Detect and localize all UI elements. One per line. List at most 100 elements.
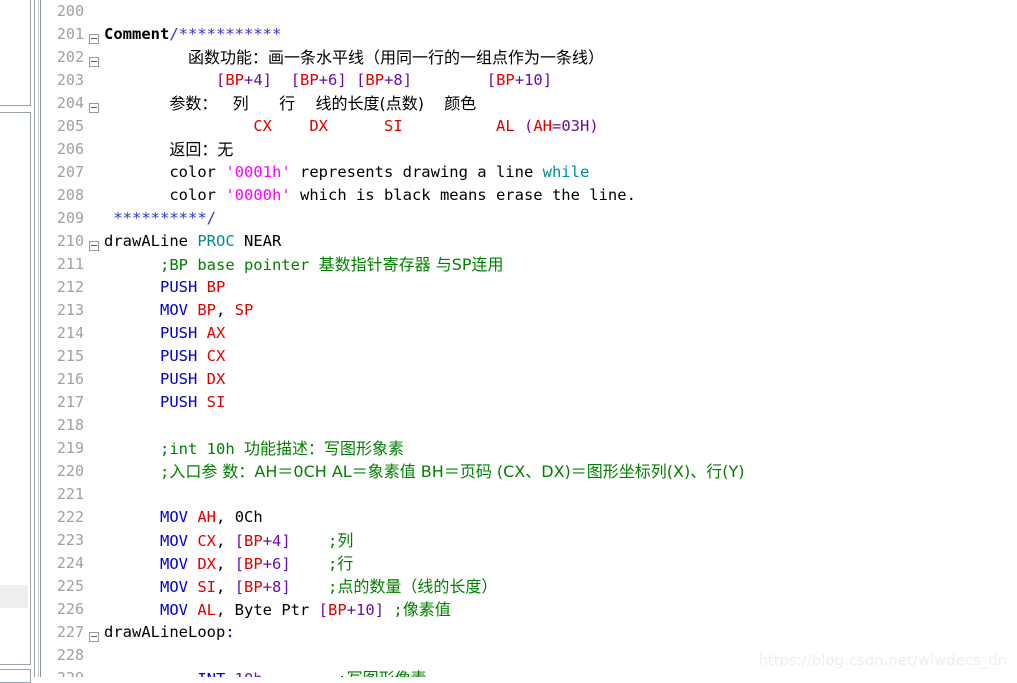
code-line[interactable]: 227 drawALineLoop: <box>42 621 1017 644</box>
fold-collapse-icon[interactable] <box>84 46 104 69</box>
code-line[interactable]: 221 <box>42 483 1017 506</box>
line-number: 205 <box>56 117 84 135</box>
line-content: drawALine PROC NEAR <box>104 230 281 253</box>
code-token: BP <box>328 601 347 619</box>
code-token: ] <box>281 532 291 550</box>
code-token: ;BP base pointer <box>104 256 319 274</box>
code-line[interactable]: 224 MOV DX, [BP+6] ;行 <box>42 552 1017 575</box>
code-line[interactable]: 223 MOV CX, [BP+4] ;列 <box>42 529 1017 552</box>
line-number: 203 <box>56 71 84 89</box>
line-content: MOV AH, 0Ch <box>104 506 263 529</box>
code-token: BP <box>496 71 515 89</box>
code-token: color <box>104 186 226 204</box>
code-line[interactable]: 211 ;BP base pointer 基数指针寄存器 与SP连用 <box>42 253 1017 276</box>
left-dock-selected-row[interactable] <box>0 585 28 608</box>
code-line[interactable]: 222 MOV AH, 0Ch <box>42 506 1017 529</box>
code-line[interactable]: 209 **********/ <box>42 207 1017 230</box>
line-content: PUSH CX <box>104 345 225 368</box>
code-line[interactable]: 208 color '0000h' which is black means e… <box>42 184 1017 207</box>
code-line[interactable]: 220 ;入口参 数：AH＝0CH AL＝象素值 BH＝页码 (CX、DX)＝图… <box>42 460 1017 483</box>
line-number: 215 <box>56 347 84 365</box>
line-number: 227 <box>56 623 84 641</box>
code-token: PUSH <box>160 370 198 388</box>
code-token: ] <box>281 555 291 573</box>
code-token: DX <box>309 117 328 135</box>
code-token: , <box>216 301 235 319</box>
code-line[interactable]: 215 PUSH CX <box>42 345 1017 368</box>
code-line[interactable]: 204 参数： 列 行 线的长度(点数) 颜色 <box>42 92 1017 115</box>
code-line[interactable]: 218 <box>42 414 1017 437</box>
line-content: **********/ <box>104 207 216 230</box>
code-line[interactable]: 219 ;int 10h 功能描述：写图形象素 <box>42 437 1017 460</box>
line-number: 212 <box>56 278 84 296</box>
line-content: PUSH DX <box>104 368 225 391</box>
line-number: 216 <box>56 370 84 388</box>
code-token: AL <box>495 117 515 135</box>
fold-collapse-icon[interactable] <box>84 230 104 253</box>
fold-box-icon <box>89 57 99 67</box>
code-line[interactable]: 216 PUSH DX <box>42 368 1017 391</box>
left-dock-panel <box>0 0 33 683</box>
code-token: AH <box>197 508 217 526</box>
code-token: AL <box>197 601 217 619</box>
code-token: MOV <box>160 508 188 526</box>
fold-box-icon <box>89 34 99 44</box>
code-token: 像素值 <box>402 600 451 619</box>
code-line[interactable]: 205 CX DX SI AL (AH=03H) <box>42 115 1017 138</box>
code-token: ] <box>337 71 347 89</box>
code-token: AX <box>206 324 226 342</box>
code-token: PUSH <box>160 347 198 365</box>
line-number: 213 <box>56 301 84 319</box>
code-line[interactable]: 201 Comment/*********** <box>42 23 1017 46</box>
code-line[interactable]: 226 MOV AL, Byte Ptr [BP+10] ;像素值 <box>42 598 1017 621</box>
source-code-area[interactable]: 200 201 Comment/*********** 202 函数功能：画一条水平线… <box>42 0 1017 677</box>
code-token: DX <box>206 370 226 388</box>
fold-collapse-icon[interactable] <box>84 621 104 644</box>
code-token: MOV <box>160 578 188 596</box>
line-content: MOV BP, SP <box>104 299 253 322</box>
code-token: 函数功能：画一条水平线（用同一行的一组点作为一条线） <box>188 48 605 67</box>
code-line[interactable]: 213 MOV BP, SP <box>42 299 1017 322</box>
code-token: +6 <box>262 555 282 573</box>
code-line[interactable]: 214 PUSH AX <box>42 322 1017 345</box>
code-line[interactable]: 212 PUSH BP <box>42 276 1017 299</box>
line-content: drawALineLoop: <box>104 621 235 644</box>
code-line[interactable]: 200 <box>42 0 1017 23</box>
code-line[interactable]: 217 PUSH SI <box>42 391 1017 414</box>
code-line[interactable]: 203 [BP+4] [BP+6] [BP+8] [BP+10] <box>42 69 1017 92</box>
code-line[interactable]: 202 函数功能：画一条水平线（用同一行的一组点作为一条线） <box>42 46 1017 69</box>
code-token: PROC <box>197 232 235 250</box>
panel-divider-outer <box>34 0 35 677</box>
line-number: 217 <box>56 393 84 411</box>
line-content: PUSH SI <box>104 391 225 414</box>
code-token: [ <box>356 71 366 89</box>
code-token: /*********** <box>169 25 282 43</box>
code-token: AH <box>533 117 552 135</box>
code-line[interactable]: 225 MOV SI, [BP+8] ;点的数量（线的长度） <box>42 575 1017 598</box>
code-token: =03H) <box>552 117 599 135</box>
code-token: ; <box>337 670 346 677</box>
code-line[interactable]: 207 color '0001h' represents drawing a l… <box>42 161 1017 184</box>
code-token: [ <box>290 71 301 89</box>
line-number: 224 <box>56 554 84 572</box>
line-content: PUSH BP <box>104 276 225 299</box>
line-number: 201 <box>56 25 84 43</box>
fold-collapse-icon[interactable] <box>84 23 104 46</box>
code-line[interactable]: 210 drawALine PROC NEAR <box>42 230 1017 253</box>
fold-collapse-icon[interactable] <box>84 92 104 115</box>
code-line[interactable]: 206 返回：无 <box>42 138 1017 161</box>
code-token: color <box>104 163 226 181</box>
